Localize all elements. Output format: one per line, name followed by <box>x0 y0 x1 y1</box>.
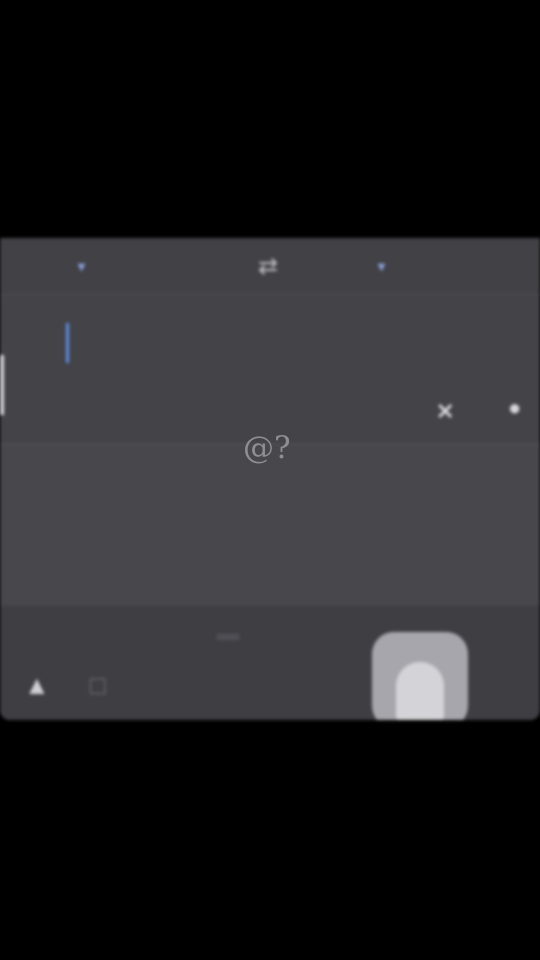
input-area[interactable]: ✕ ● <box>0 295 540 443</box>
microphone-icon[interactable]: ● <box>508 395 521 421</box>
avatar[interactable] <box>372 632 468 720</box>
watermark: @? <box>243 430 291 466</box>
chevron-down-icon: ▾ <box>78 258 86 274</box>
scroll-indicator <box>0 355 4 415</box>
home-icon[interactable]: ▲ <box>24 670 50 701</box>
target-language-button[interactable]: ▾ <box>374 255 385 277</box>
bottom-bar: ▲ □ <box>0 606 540 720</box>
text-caret <box>66 323 69 363</box>
output-area <box>0 445 540 605</box>
menu-icon[interactable]: □ <box>90 670 106 701</box>
app-screen: ▾ ⇄ ▾ ✕ ● ▲ □ <box>0 238 540 720</box>
bottom-label <box>216 634 240 640</box>
clear-icon[interactable]: ✕ <box>436 399 454 425</box>
source-language-button[interactable]: ▾ <box>74 255 85 277</box>
swap-icon[interactable]: ⇄ <box>258 252 278 281</box>
language-bar: ▾ ⇄ ▾ <box>0 238 540 295</box>
avatar-figure-icon <box>396 662 444 720</box>
chevron-down-icon: ▾ <box>378 258 386 274</box>
